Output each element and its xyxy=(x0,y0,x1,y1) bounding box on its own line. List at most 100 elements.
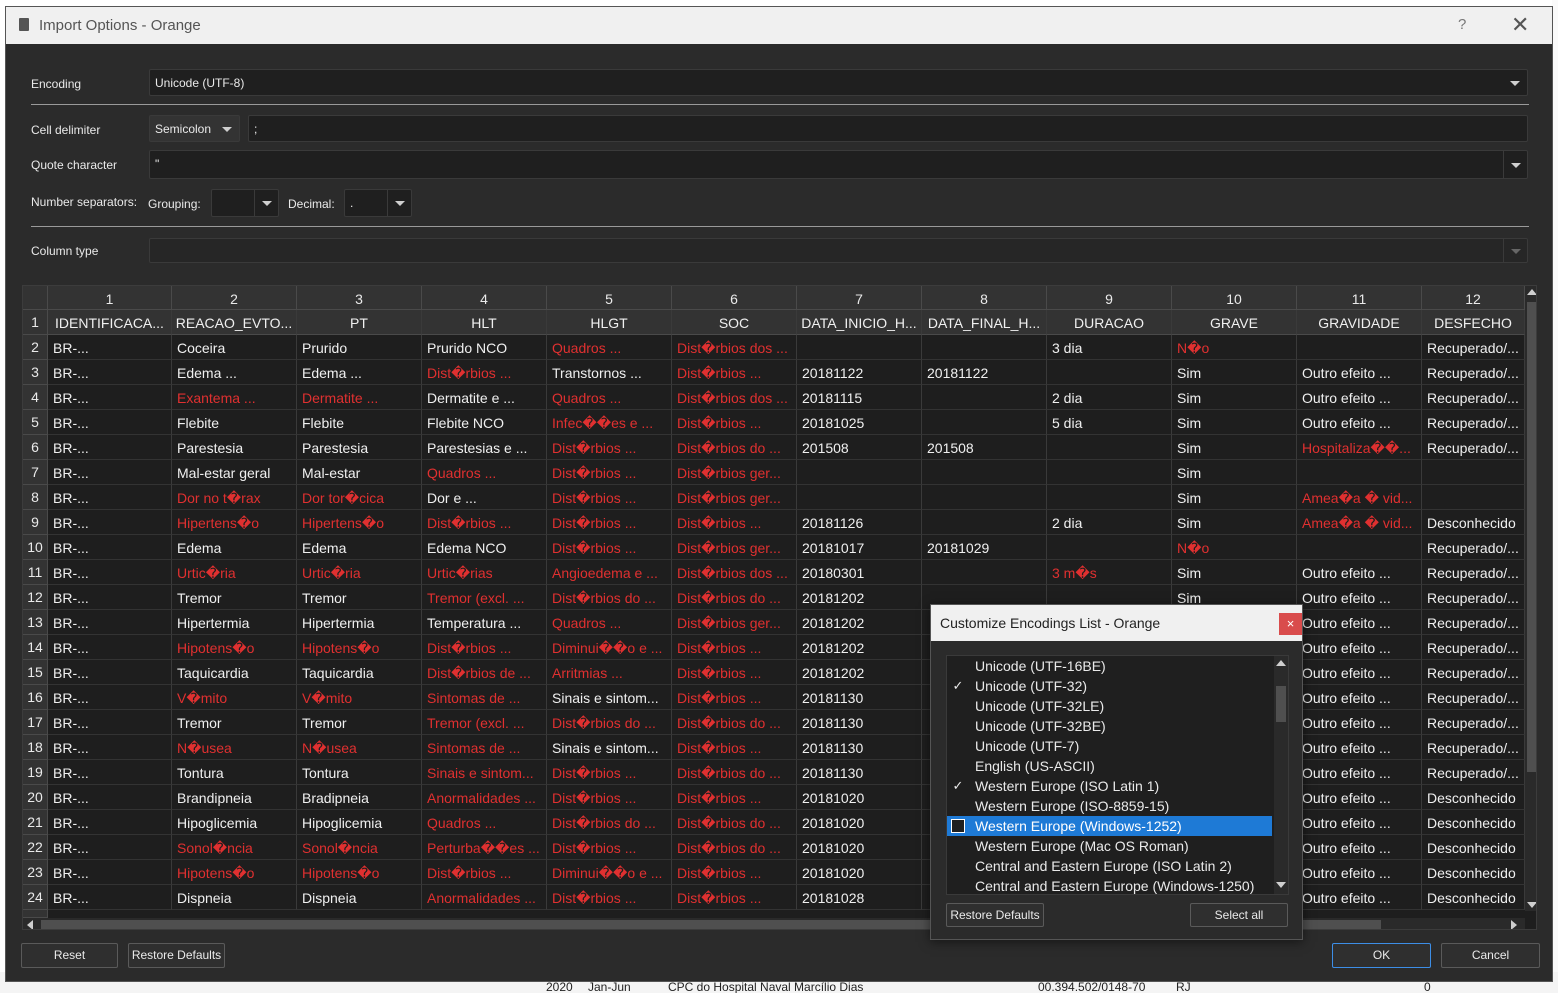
table-cell[interactable]: Dist�rbios ... xyxy=(547,460,672,485)
row-number-header[interactable]: 24 xyxy=(23,885,48,910)
table-cell[interactable]: 20180301 xyxy=(797,560,922,585)
table-cell[interactable]: Recuperado/... xyxy=(1422,760,1525,785)
table-cell[interactable]: 20181020 xyxy=(797,785,922,810)
table-cell[interactable]: Dist�rbios ... xyxy=(422,510,547,535)
row-number-header[interactable]: 1 xyxy=(23,310,48,335)
table-cell[interactable]: 20181202 xyxy=(797,635,922,660)
table-cell[interactable]: Outro efeito ... xyxy=(1297,385,1422,410)
table-cell[interactable]: Sim xyxy=(1172,460,1297,485)
table-cell[interactable]: Hipotens�o xyxy=(172,635,297,660)
table-cell[interactable]: Recuperado/... xyxy=(1422,435,1525,460)
table-cell[interactable]: 20181130 xyxy=(797,760,922,785)
table-cell[interactable]: Hipotens�o xyxy=(297,635,422,660)
table-cell[interactable]: Desconhecido xyxy=(1422,510,1525,535)
table-cell[interactable]: BR-... xyxy=(48,460,172,485)
table-cell[interactable] xyxy=(922,460,1047,485)
row-number-header[interactable]: 10 xyxy=(23,535,48,560)
row-number-header[interactable]: 4 xyxy=(23,385,48,410)
encoding-list-item[interactable]: Unicode (UTF-32LE) xyxy=(947,696,1272,716)
row-number-header[interactable]: 5 xyxy=(23,410,48,435)
table-cell[interactable]: Sim xyxy=(1172,360,1297,385)
table-cell[interactable]: Dist�rbios ... xyxy=(672,510,797,535)
table-header-cell[interactable]: DATA_INICIO_H... xyxy=(797,310,922,335)
checkbox[interactable] xyxy=(951,719,965,733)
table-cell[interactable]: 3 dia xyxy=(1047,335,1172,360)
table-cell[interactable]: Dist�rbios do ... xyxy=(547,810,672,835)
close-button[interactable]: ✕ xyxy=(1511,12,1529,38)
table-cell[interactable]: Desconhecido xyxy=(1422,810,1525,835)
table-cell[interactable] xyxy=(922,560,1047,585)
table-cell[interactable]: Sintomas de ... xyxy=(422,735,547,760)
table-header-cell[interactable]: IDENTIFICACA... xyxy=(48,310,172,335)
table-cell[interactable] xyxy=(922,335,1047,360)
table-cell[interactable]: BR-... xyxy=(48,735,172,760)
table-cell[interactable]: Amea�a � vid... xyxy=(1297,485,1422,510)
table-cell[interactable]: BR-... xyxy=(48,610,172,635)
table-cell[interactable] xyxy=(797,460,922,485)
table-cell[interactable]: 20181130 xyxy=(797,710,922,735)
restore-defaults-button[interactable]: Restore Defaults xyxy=(128,943,225,968)
encoding-list-item[interactable]: Unicode (UTF-16BE) xyxy=(947,656,1272,676)
vertical-scrollbar[interactable] xyxy=(1525,286,1536,911)
table-cell[interactable]: Tremor xyxy=(172,710,297,735)
table-cell[interactable]: Hipotens�o xyxy=(172,860,297,885)
table-cell[interactable]: Dist�rbios ... xyxy=(672,785,797,810)
table-cell[interactable]: Dor no t�rax xyxy=(172,485,297,510)
table-header-cell[interactable]: DURACAO xyxy=(1047,310,1172,335)
table-cell[interactable]: Dist�rbios ... xyxy=(547,785,672,810)
table-cell[interactable]: Recuperado/... xyxy=(1422,410,1525,435)
table-cell[interactable]: Outro efeito ... xyxy=(1297,735,1422,760)
table-cell[interactable]: BR-... xyxy=(48,835,172,860)
row-number-header[interactable] xyxy=(23,910,48,918)
table-cell[interactable]: 201508 xyxy=(922,435,1047,460)
encoding-combo[interactable]: Unicode (UTF-8) xyxy=(149,69,1528,96)
table-cell[interactable] xyxy=(797,485,922,510)
table-cell[interactable]: Sinais e sintom... xyxy=(547,685,672,710)
table-cell[interactable]: Hipertens�o xyxy=(172,510,297,535)
table-cell[interactable]: Sim xyxy=(1172,510,1297,535)
table-cell[interactable]: BR-... xyxy=(48,535,172,560)
table-cell[interactable]: Dist�rbios do ... xyxy=(672,810,797,835)
decimal-combo[interactable]: . xyxy=(344,189,412,217)
checkmark-icon[interactable]: ✓ xyxy=(951,779,965,793)
checkbox[interactable] xyxy=(951,739,965,753)
table-cell[interactable]: Dist�rbios do ... xyxy=(547,585,672,610)
table-cell[interactable]: Desconhecido xyxy=(1422,860,1525,885)
table-cell[interactable]: Anormalidades ... xyxy=(422,785,547,810)
table-cell[interactable]: 20181122 xyxy=(797,360,922,385)
table-cell[interactable]: Edema xyxy=(172,535,297,560)
table-cell[interactable]: Dist�rbios ... xyxy=(547,835,672,860)
table-cell[interactable]: Tontura xyxy=(297,760,422,785)
table-cell[interactable]: Outro efeito ... xyxy=(1297,835,1422,860)
column-number-header[interactable]: 6 xyxy=(672,286,797,310)
table-cell[interactable]: Flebite NCO xyxy=(422,410,547,435)
cancel-button[interactable]: Cancel xyxy=(1441,943,1540,968)
table-cell[interactable]: Edema ... xyxy=(172,360,297,385)
scroll-thumb[interactable] xyxy=(1527,302,1536,772)
table-cell[interactable]: Outro efeito ... xyxy=(1297,360,1422,385)
table-cell[interactable]: N�usea xyxy=(172,735,297,760)
row-number-header[interactable]: 21 xyxy=(23,810,48,835)
encoding-list-item[interactable]: Western Europe (Mac OS Roman) xyxy=(947,836,1272,856)
row-number-header[interactable]: 17 xyxy=(23,710,48,735)
encodings-list[interactable]: Unicode (UTF-16BE) ✓ Unicode (UTF-32) Unico… xyxy=(946,655,1289,895)
table-cell[interactable]: Tremor xyxy=(297,585,422,610)
table-cell[interactable] xyxy=(1047,435,1172,460)
row-number-header[interactable]: 3 xyxy=(23,360,48,385)
table-cell[interactable]: BR-... xyxy=(48,885,172,910)
table-cell[interactable]: V�mito xyxy=(172,685,297,710)
table-cell[interactable]: Urtic�rias xyxy=(422,560,547,585)
table-cell[interactable]: Sonol�ncia xyxy=(297,835,422,860)
table-cell[interactable] xyxy=(1297,335,1422,360)
table-cell[interactable]: Edema ... xyxy=(297,360,422,385)
table-cell[interactable] xyxy=(797,335,922,360)
table-cell[interactable]: BR-... xyxy=(48,585,172,610)
table-cell[interactable]: 20181028 xyxy=(797,885,922,910)
table-header-cell[interactable]: HLT xyxy=(422,310,547,335)
table-cell[interactable]: 20181017 xyxy=(797,535,922,560)
table-cell[interactable]: Perturba��es ... xyxy=(422,835,547,860)
table-cell[interactable]: 20181025 xyxy=(797,410,922,435)
table-cell[interactable]: Dist�rbios ger... xyxy=(672,535,797,560)
table-cell[interactable]: Quadros ... xyxy=(422,460,547,485)
table-cell[interactable]: BR-... xyxy=(48,510,172,535)
